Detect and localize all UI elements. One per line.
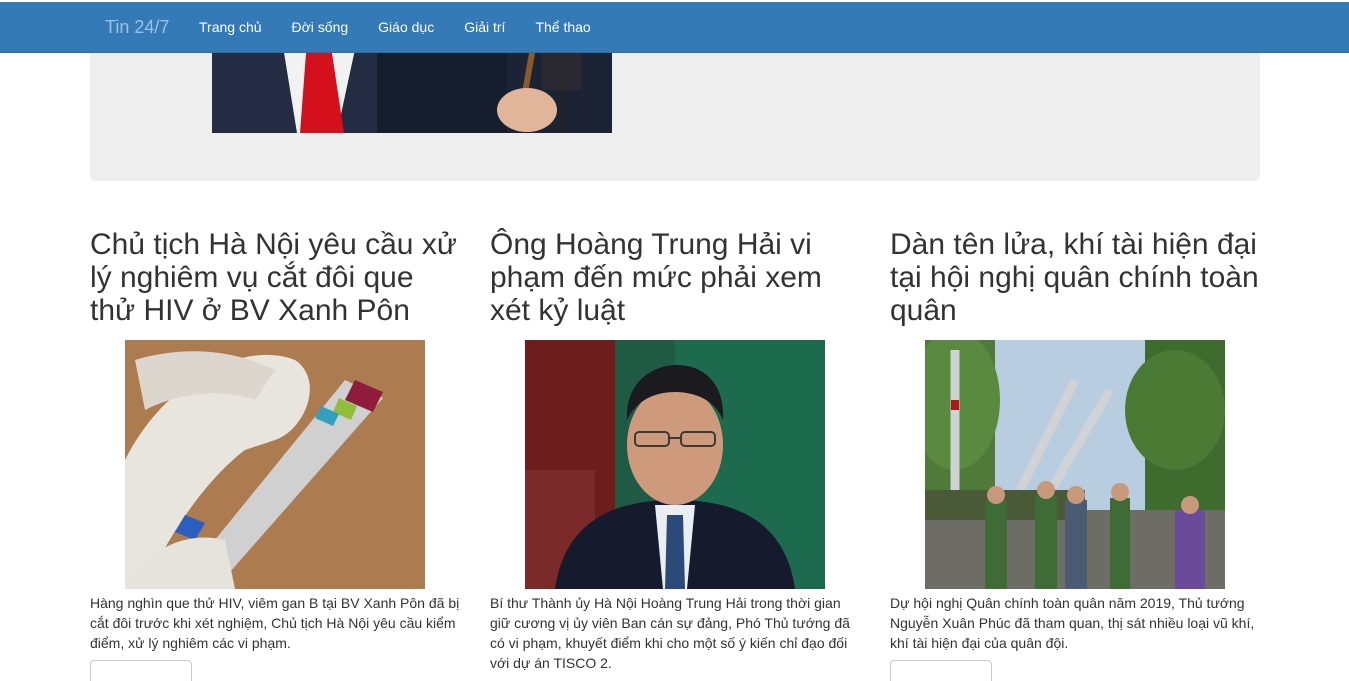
article-summary: Hàng nghìn que thử HIV, viêm gan B tại B… bbox=[90, 595, 460, 651]
article-image[interactable] bbox=[525, 340, 825, 589]
article-title[interactable]: Ông Hoàng Trung Hải vi phạm đến mức phải… bbox=[490, 228, 860, 332]
article-summary: Bí thư Thành ủy Hà Nội Hoàng Trung Hải t… bbox=[490, 595, 850, 671]
featured-image[interactable] bbox=[212, 40, 612, 133]
article-title[interactable]: Dàn tên lửa, khí tài hiện đại tại hội ng… bbox=[890, 228, 1260, 332]
nav-menu: Trang chủ Đời sống Giáo dục Giải trí Thể… bbox=[184, 2, 606, 52]
article-card: Ông Hoàng Trung Hải vi phạm đến mức phải… bbox=[490, 228, 860, 673]
article-image[interactable] bbox=[925, 340, 1225, 589]
brand-link[interactable]: Tin 24/7 bbox=[105, 2, 169, 52]
nav-link-life[interactable]: Đời sống bbox=[277, 2, 364, 52]
nav-link-education[interactable]: Giáo dục bbox=[363, 2, 449, 52]
nav-link-home[interactable]: Trang chủ bbox=[184, 2, 277, 52]
article-card: Dàn tên lửa, khí tài hiện đại tại hội ng… bbox=[890, 228, 1260, 653]
article-image[interactable] bbox=[125, 340, 425, 589]
article-title[interactable]: Chủ tịch Hà Nội yêu cầu xử lý nghiêm vụ … bbox=[90, 228, 460, 332]
top-navbar: Tin 24/7 Trang chủ Đời sống Giáo dục Giả… bbox=[0, 2, 1349, 53]
nav-link-entertainment[interactable]: Giải trí bbox=[449, 2, 520, 52]
featured-jumbotron bbox=[90, 40, 1260, 181]
nav-link-sports[interactable]: Thể thao bbox=[520, 2, 605, 52]
article-summary: Dự hội nghị Quân chính toàn quân năm 201… bbox=[890, 595, 1255, 651]
article-card: Chủ tịch Hà Nội yêu cầu xử lý nghiêm vụ … bbox=[90, 228, 460, 653]
